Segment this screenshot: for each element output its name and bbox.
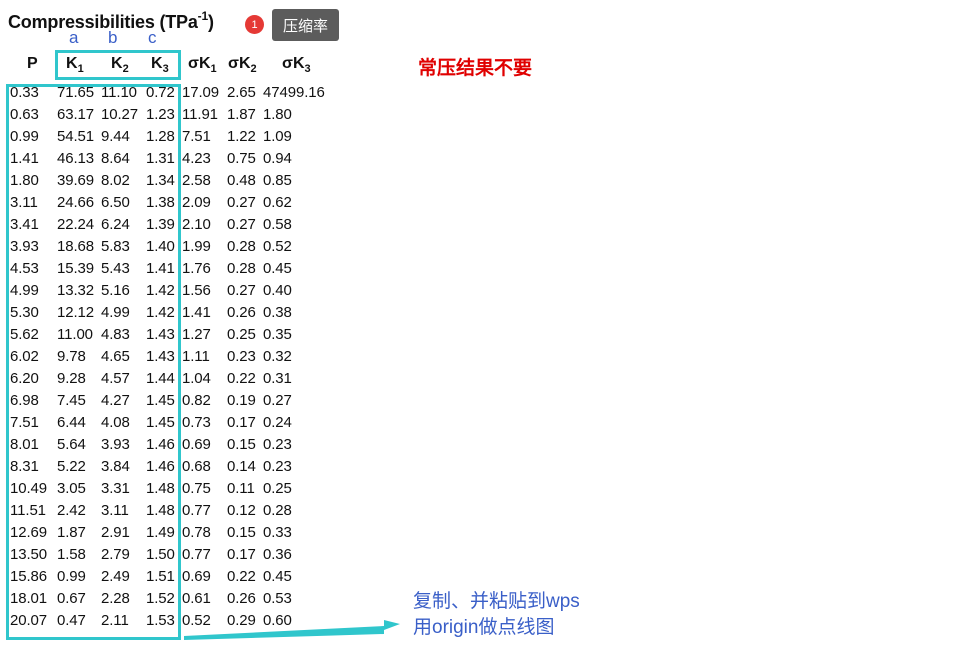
table-cell: 0.61 [182, 590, 211, 607]
table-cell: 0.38 [263, 304, 292, 321]
table-cell: 0.28 [227, 260, 256, 277]
table-cell: 0.11 [227, 480, 255, 497]
header-highlight-box [55, 50, 181, 80]
table-cell: 0.53 [263, 590, 292, 607]
table-cell: 0.85 [263, 172, 292, 189]
table-cell: 0.23 [263, 458, 292, 475]
table-cell: 0.17 [227, 414, 256, 431]
table-cell: 0.52 [182, 612, 211, 629]
table-cell: 2.65 [227, 84, 256, 101]
annotation-badge[interactable]: 1 [245, 15, 264, 34]
table-cell: 0.27 [227, 194, 256, 211]
table-cell: 0.27 [227, 216, 256, 233]
blue-annotation-line2: 用origin做点线图 [413, 617, 555, 638]
table-cell: 1.09 [263, 128, 292, 145]
column-letter-c: c [148, 28, 157, 47]
table-cell: 0.75 [227, 150, 256, 167]
table-cell: 0.15 [227, 524, 256, 541]
table-cell: 0.14 [227, 458, 256, 475]
table-cell: 0.23 [227, 348, 256, 365]
table-cell: 0.33 [263, 524, 292, 541]
table-cell: 0.25 [263, 480, 292, 497]
table-cell: 0.24 [263, 414, 292, 431]
table-cell: 0.68 [182, 458, 211, 475]
table-header-cell: P [27, 55, 38, 73]
table-cell: 2.10 [182, 216, 211, 233]
tooltip-label: 压缩率 [272, 9, 339, 41]
header-base: σK [228, 55, 251, 72]
header-subscript: 2 [250, 63, 257, 76]
title-superscript: -1 [197, 9, 208, 23]
table-cell: 0.35 [263, 326, 292, 343]
table-cell: 0.75 [182, 480, 211, 497]
table-cell: 1.76 [182, 260, 211, 277]
table-cell: 1.11 [182, 348, 210, 365]
red-annotation-note: 常压结果不要 [418, 58, 533, 79]
table-cell: 0.22 [227, 370, 256, 387]
title-close: ) [207, 12, 214, 32]
table-cell: 11.91 [182, 106, 218, 123]
table-cell: 0.28 [263, 502, 292, 519]
table-cell: 0.45 [263, 260, 292, 277]
header-subscript: 1 [210, 63, 217, 76]
table-cell: 1.04 [182, 370, 211, 387]
table-cell: 0.19 [227, 392, 256, 409]
table-cell: 0.62 [263, 194, 292, 211]
table-header-cell: σK1 [188, 55, 217, 75]
table-cell: 1.56 [182, 282, 211, 299]
table-header-cell: σK3 [282, 55, 311, 75]
table-cell: 2.58 [182, 172, 211, 189]
table-cell: 0.78 [182, 524, 211, 541]
table-cell: 0.69 [182, 568, 211, 585]
table-cell: 0.32 [263, 348, 292, 365]
table-cell: 0.12 [227, 502, 256, 519]
table-cell: 0.17 [227, 546, 256, 563]
table-cell: 0.27 [227, 282, 256, 299]
table-cell: 1.99 [182, 238, 211, 255]
table-cell: 0.48 [227, 172, 256, 189]
table-cell: 0.52 [263, 238, 292, 255]
table-cell: 0.22 [227, 568, 256, 585]
table-cell: 0.27 [263, 392, 292, 409]
table-cell: 2.09 [182, 194, 211, 211]
header-base: P [27, 55, 38, 72]
table-cell: 0.31 [263, 370, 292, 387]
table-cell: 0.25 [227, 326, 256, 343]
table-cell: 0.60 [263, 612, 292, 629]
table-cell: 47499.16 [263, 84, 325, 101]
table-header-cell: σK2 [228, 55, 257, 75]
table-cell: 1.22 [227, 128, 256, 145]
table-cell: 1.80 [263, 106, 292, 123]
column-letter-a: a [69, 28, 79, 47]
table-cell: 0.15 [227, 436, 256, 453]
table-cell: 4.23 [182, 150, 211, 167]
table-cell: 0.45 [263, 568, 292, 585]
table-cell: 0.40 [263, 282, 292, 299]
table-cell: 0.36 [263, 546, 292, 563]
table-cell: 0.69 [182, 436, 211, 453]
header-subscript: 3 [304, 63, 311, 76]
table-cell: 0.94 [263, 150, 292, 167]
table-cell: 0.77 [182, 502, 211, 519]
header-base: σK [282, 55, 305, 72]
header-base: σK [188, 55, 211, 72]
table-cell: 0.23 [263, 436, 292, 453]
table-cell: 1.87 [227, 106, 256, 123]
table-cell: 1.27 [182, 326, 211, 343]
table-cell: 0.73 [182, 414, 211, 431]
table-cell: 0.26 [227, 590, 256, 607]
table-cell: 0.58 [263, 216, 292, 233]
table-cell: 17.09 [182, 84, 220, 101]
column-highlight-box [6, 84, 181, 640]
table-cell: 0.28 [227, 238, 256, 255]
column-letter-b: b [108, 28, 118, 47]
table-cell: 0.26 [227, 304, 256, 321]
table-cell: 0.29 [227, 612, 256, 629]
blue-annotation-line1: 复制、并粘贴到wps [413, 591, 580, 612]
table-cell: 0.82 [182, 392, 211, 409]
table-cell: 7.51 [182, 128, 211, 145]
table-cell: 1.41 [182, 304, 211, 321]
title-main: Compressibilities (TPa [8, 12, 198, 32]
table-cell: 0.77 [182, 546, 211, 563]
